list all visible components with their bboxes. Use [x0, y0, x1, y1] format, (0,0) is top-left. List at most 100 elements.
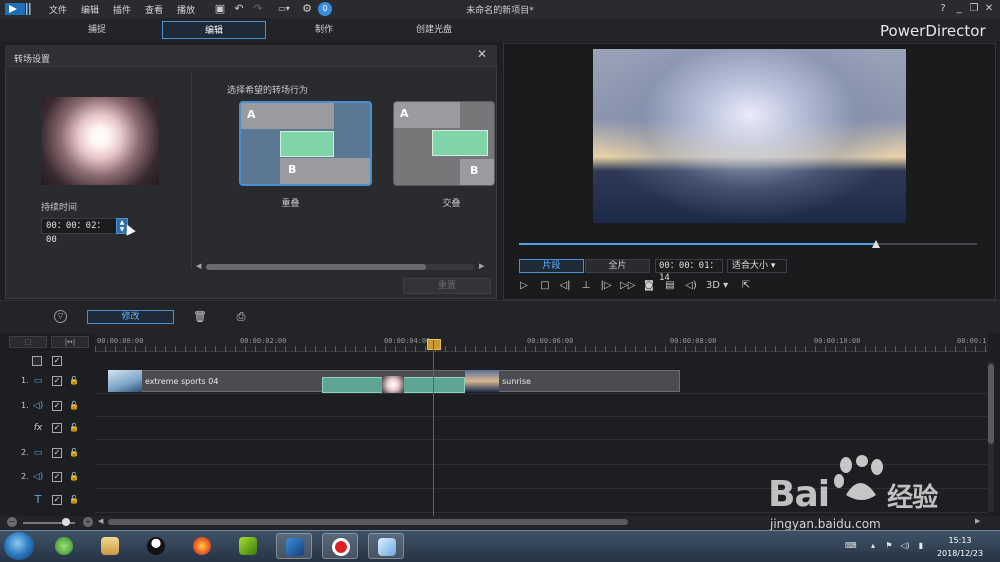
duration-field[interactable]: 00：00：02：00 [41, 218, 117, 245]
zoom-fit-value: 适合大小 [732, 261, 769, 271]
subtitle-icon[interactable]: ▤ [663, 279, 677, 293]
taskbar-app-qq[interactable] [138, 533, 174, 559]
clip-b-block: B [280, 158, 370, 184]
scroll-right-icon[interactable]: ▶ [479, 262, 484, 270]
menu-edit[interactable]: 编辑 [81, 3, 99, 16]
track-number: 1. [21, 401, 29, 410]
expand-icon[interactable]: ▽ [54, 310, 67, 323]
all-tracks-visibility-checkbox[interactable] [32, 356, 42, 366]
track-enable-checkbox[interactable]: ✓ [52, 495, 62, 505]
restore-icon[interactable]: ❐ [967, 2, 981, 16]
undock-icon[interactable]: ⇱ [739, 279, 753, 293]
clock-time[interactable]: 15:13 [932, 536, 988, 545]
keyframe-icon[interactable]: ⎙ [234, 310, 248, 324]
volume-icon[interactable]: ◁) [684, 279, 698, 293]
track-lock-icon[interactable]: 🔓 [69, 495, 79, 505]
3d-mode-button[interactable]: 3D ▾ [704, 279, 730, 293]
volume-tray-icon[interactable]: ◁) [900, 541, 910, 551]
track-lock-icon[interactable]: 🔓 [69, 401, 79, 411]
timeline-scroll-left-icon[interactable]: ◀ [98, 517, 103, 525]
zoom-fit-select[interactable]: 适合大小 ▾ [727, 259, 787, 273]
menu-plugins[interactable]: 插件 [113, 3, 131, 16]
zoom-in-icon[interactable]: + [83, 517, 93, 527]
menu-play[interactable]: 播放 [177, 3, 195, 16]
menu-view[interactable]: 查看 [145, 3, 163, 16]
track-lock-icon[interactable]: 🔓 [69, 423, 79, 433]
track-enable-checkbox[interactable]: ✓ [52, 376, 62, 386]
tab-produce[interactable]: 制作 [272, 21, 376, 39]
tray-arrow-icon[interactable]: ▴ [868, 541, 878, 551]
help-icon[interactable]: ? [936, 2, 950, 16]
zoom-out-icon[interactable]: − [7, 517, 17, 527]
settings-gear-icon[interactable]: ⚙ [300, 2, 314, 16]
track-enable-checkbox[interactable]: ✓ [52, 472, 62, 482]
playhead[interactable] [433, 340, 434, 518]
track-lock-icon[interactable]: 🔓 [69, 448, 79, 458]
seek-handle[interactable] [872, 240, 881, 248]
fast-forward-icon[interactable]: ▷▷ [620, 279, 635, 293]
mark-icon[interactable]: ⊥ [579, 279, 593, 293]
stop-icon[interactable]: □ [538, 279, 552, 293]
taskbar-app-browser[interactable] [46, 533, 82, 559]
taskbar-app-powerdirector[interactable] [276, 533, 312, 559]
tab-edit[interactable]: 编辑 [162, 21, 266, 39]
delete-trash-icon[interactable]: 🗑 [193, 310, 207, 324]
next-frame-icon[interactable]: |▷ [599, 279, 613, 293]
taskbar-app-recorder[interactable] [322, 533, 358, 559]
taskbar-app-firefox[interactable] [184, 533, 220, 559]
track-enable-checkbox[interactable]: ✓ [52, 448, 62, 458]
track-enable-checkbox[interactable]: ✓ [52, 401, 62, 411]
taskbar-app-explorer[interactable] [92, 533, 128, 559]
keyboard-icon[interactable]: ⌨ [845, 541, 857, 551]
track-lock-icon[interactable]: 🔓 [69, 472, 79, 482]
track-enable-checkbox[interactable]: ✓ [52, 423, 62, 433]
save-icon[interactable]: ▣ [213, 2, 227, 16]
snapshot-icon[interactable]: ◙ [642, 279, 656, 293]
3d-mode-label: 3D [705, 280, 720, 291]
playhead-handle[interactable] [427, 339, 441, 350]
previous-frame-icon[interactable]: ◁| [558, 279, 572, 293]
behavior-option-overlap[interactable]: A B [239, 101, 372, 186]
ruler-label: 00:00:04:00 [384, 337, 431, 345]
tab-movie-mode[interactable]: 全片 [585, 259, 650, 273]
network-icon[interactable]: ▮ [916, 541, 926, 551]
close-icon[interactable]: ✕ [476, 47, 488, 61]
watermark-cn: 经验 [887, 483, 938, 513]
security-icon[interactable]: ⚑ [884, 541, 894, 551]
notification-badge-icon[interactable]: 0 [318, 2, 332, 16]
start-button[interactable] [4, 532, 34, 560]
timeline-scroll-right-icon[interactable]: ▶ [975, 517, 980, 525]
minimize-icon[interactable]: _ [952, 2, 966, 16]
clock-date[interactable]: 2018/12/23 [932, 549, 988, 558]
tab-create-disc[interactable]: 创建光盘 [382, 21, 486, 39]
ruler-label: 00:00:10:00 [814, 337, 861, 345]
menu-file[interactable]: 文件 [49, 3, 67, 16]
option-label-crossfade: 交叠 [442, 199, 461, 209]
clip-thumbnail [465, 370, 499, 392]
clip-name: sunrise [502, 377, 531, 386]
taskbar-app-media[interactable] [230, 533, 266, 559]
all-tracks-enable-checkbox[interactable]: ✓ [52, 356, 62, 366]
timeline-horizontal-scrollbar[interactable] [108, 519, 628, 525]
play-icon[interactable]: ▷ [517, 279, 531, 293]
modify-button[interactable]: 修改 [87, 310, 174, 324]
timeline-vertical-scrollbar-thumb[interactable] [988, 364, 994, 444]
timecode-display[interactable]: 00：00：01：14 [655, 259, 723, 283]
track-lock-icon[interactable]: 🔓 [69, 376, 79, 386]
folder-icon [101, 537, 119, 555]
close-window-icon[interactable]: ✕ [982, 2, 996, 16]
tab-clip-mode[interactable]: 片段 [519, 259, 584, 273]
aspect-ratio-icon[interactable]: ▭▾ [272, 2, 296, 16]
undo-icon[interactable]: ↶ [232, 2, 246, 16]
reset-button[interactable]: 重置 [403, 278, 491, 294]
options-scrollbar-thumb[interactable] [206, 264, 426, 270]
track-manager-icon[interactable]: ⬚ [9, 336, 47, 348]
scroll-left-icon[interactable]: ◀ [196, 262, 201, 270]
tab-capture[interactable]: 捕捉 [45, 21, 149, 39]
ruler-ticks [95, 346, 988, 352]
taskbar-app-window[interactable] [368, 533, 404, 559]
behavior-option-crossfade[interactable]: A B [393, 101, 495, 186]
zoom-slider-handle[interactable] [62, 518, 70, 526]
redo-icon[interactable]: ↷ [251, 2, 265, 16]
fit-timeline-icon[interactable]: |↔| [51, 336, 89, 348]
